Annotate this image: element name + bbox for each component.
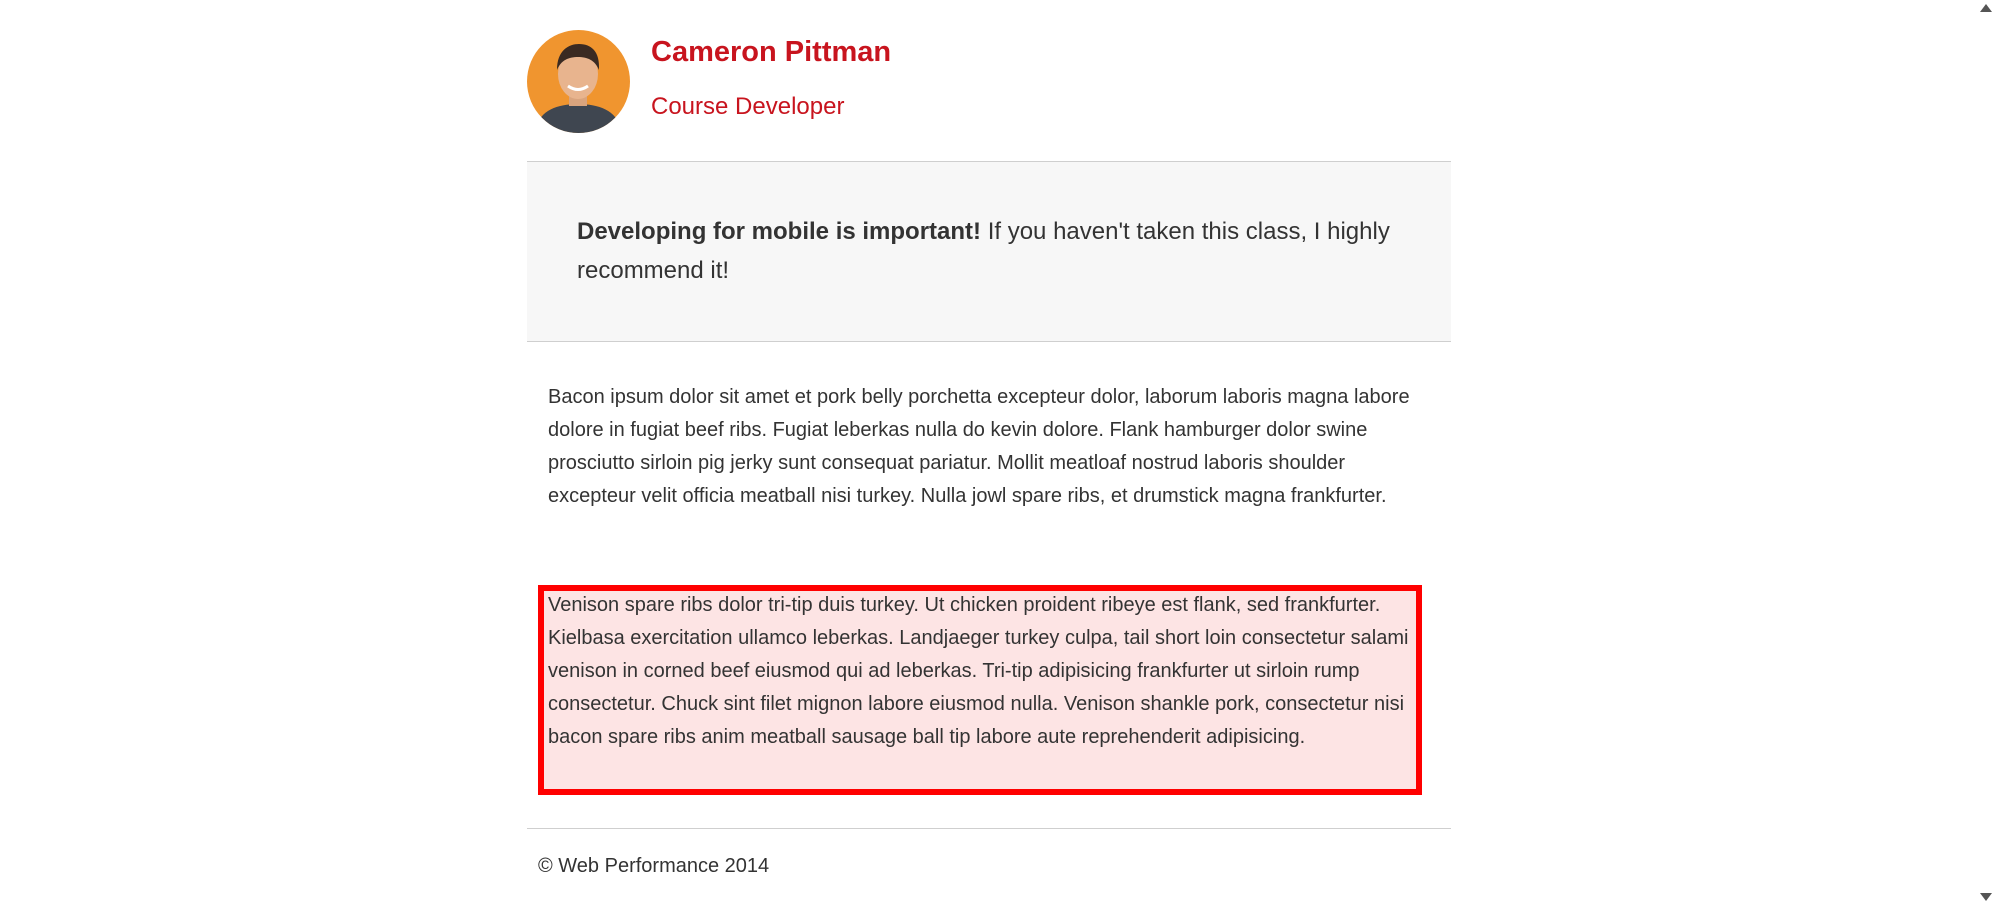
profile-header: Cameron Pittman Course Developer xyxy=(527,0,1451,162)
page-container: Cameron Pittman Course Developer Develop… xyxy=(527,0,1451,877)
profile-role: Course Developer xyxy=(651,93,845,120)
scroll-down-arrow-icon[interactable] xyxy=(1980,893,1992,901)
callout-bold-text: Developing for mobile is important! xyxy=(577,218,982,245)
copyright-text: © Web Performance 2014 xyxy=(538,855,770,877)
avatar xyxy=(527,30,630,133)
paragraph-2: Venison spare ribs dolor tri-tip duis tu… xyxy=(548,594,1409,748)
scroll-up-arrow-icon[interactable] xyxy=(1980,4,1992,12)
profile-name: Cameron Pittman xyxy=(651,36,892,68)
paragraph-1: Bacon ipsum dolor sit amet et pork belly… xyxy=(548,386,1410,507)
callout-box: Developing for mobile is important! If y… xyxy=(527,162,1451,342)
avatar-image xyxy=(527,30,630,133)
footer: © Web Performance 2014 xyxy=(527,828,1451,877)
